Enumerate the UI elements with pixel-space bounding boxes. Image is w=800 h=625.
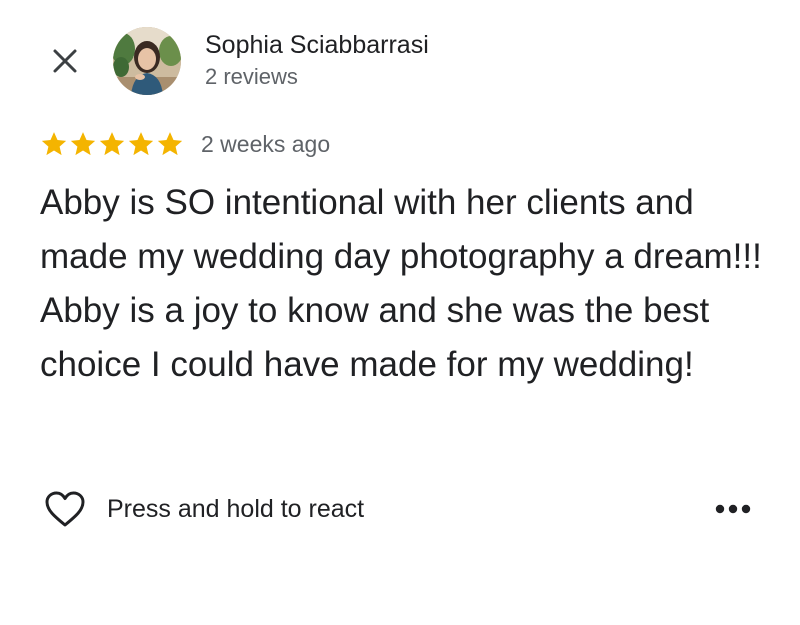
rating-row: 2 weeks ago xyxy=(40,126,330,162)
star-rating xyxy=(40,130,184,158)
review-date: 2 weeks ago xyxy=(201,130,331,157)
avatar-photo xyxy=(113,27,181,95)
more-horizontal-icon xyxy=(715,504,751,514)
close-button[interactable] xyxy=(44,40,86,82)
author-name[interactable]: Sophia Sciabbarrasi xyxy=(205,29,429,61)
heart-outline-icon xyxy=(45,491,85,527)
star-icon xyxy=(70,132,96,156)
star-icon xyxy=(128,132,154,156)
close-icon xyxy=(53,49,77,73)
star-icon xyxy=(157,132,183,156)
review-text: Abby is SO intentional with her clients … xyxy=(40,183,762,384)
review-card: Sophia Sciabbarrasi 2 reviews 2 weeks ag… xyxy=(0,0,800,625)
star-icon xyxy=(41,132,67,156)
avatar[interactable] xyxy=(113,27,181,95)
star-icon xyxy=(99,132,125,156)
author-review-count: 2 reviews xyxy=(205,64,298,89)
react-label: Press and hold to react xyxy=(107,494,365,523)
react-button[interactable]: Press and hold to react xyxy=(44,486,364,532)
more-options-button[interactable] xyxy=(710,492,756,526)
